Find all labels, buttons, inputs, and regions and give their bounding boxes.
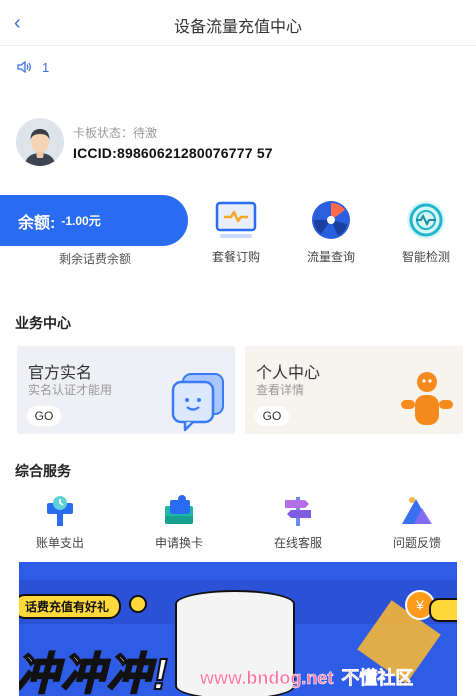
- balance-caption: 剩余话费余额: [58, 252, 131, 266]
- business-section-title: 业务中心: [15, 315, 71, 331]
- person-icon: [401, 372, 453, 425]
- services-section-title: 综合服务: [15, 463, 71, 479]
- user-avatar-icon: [16, 118, 64, 166]
- banner-tag-graphic: [429, 598, 457, 622]
- quick-action-package[interactable]: 套餐订购: [204, 200, 268, 265]
- watermark-name: 不懂社区: [341, 668, 414, 689]
- card-subtitle: 查看详情: [256, 383, 305, 397]
- balance-button[interactable]: 余额: -1.00元: [0, 195, 188, 246]
- bill-pin-icon: [47, 496, 73, 526]
- balance-label: 余额:: [18, 214, 56, 232]
- monitor-icon: [215, 201, 257, 238]
- service-feedback[interactable]: 问题反馈: [377, 494, 457, 551]
- header-bar: ‹ 设备流量充值中心: [0, 0, 476, 46]
- quick-action-detect[interactable]: 智能检测: [394, 200, 458, 265]
- service-label: 申请换卡: [154, 536, 203, 550]
- service-bill[interactable]: 账单支出: [20, 494, 100, 551]
- card-real-name[interactable]: 官方实名 实名认证才能用 GO: [17, 346, 235, 434]
- balance-amount: -1.00元: [61, 214, 101, 228]
- card-title: 个人中心: [256, 365, 321, 382]
- watermark: www.bndog.net 不懂社区: [200, 664, 414, 690]
- smiley-icon: [129, 595, 147, 613]
- watermark-url: www.bndog.net: [200, 668, 334, 689]
- radar-icon: [407, 201, 445, 239]
- banner-headline: 冲冲冲!: [19, 649, 170, 696]
- service-label: 账单支出: [35, 536, 84, 550]
- card-personal-center[interactable]: 个人中心 查看详情 GO: [245, 346, 463, 434]
- quick-action-traffic[interactable]: 流量查询: [299, 200, 363, 265]
- quick-action-label: 套餐订购: [211, 250, 260, 264]
- iccid-text: ICCID:89860621280076777 57: [73, 145, 273, 161]
- avatar: [16, 118, 64, 166]
- page-title: 设备流量充值中心: [173, 19, 302, 36]
- quick-action-label: 流量查询: [306, 250, 355, 264]
- service-label: 问题反馈: [392, 536, 441, 550]
- quick-action-label: 智能检测: [401, 250, 450, 264]
- card-title: 官方实名: [28, 365, 93, 382]
- go-button[interactable]: GO: [255, 406, 289, 426]
- card-subtitle: 实名认证才能用: [28, 383, 113, 397]
- chat-smile-icon: [171, 373, 224, 432]
- notice-bar: 1: [16, 58, 49, 76]
- speaker-icon: [17, 60, 31, 74]
- notice-text: 1: [42, 59, 50, 75]
- service-label: 在线客服: [273, 536, 322, 550]
- fan-icon: [312, 201, 350, 239]
- banner-pill-text: 话费充值有好礼: [19, 594, 122, 619]
- service-online-support[interactable]: 在线客服: [258, 494, 338, 551]
- card-status-text: 卡板状态：待激: [73, 126, 158, 140]
- card-swap-icon: [165, 495, 193, 524]
- go-button[interactable]: GO: [27, 406, 61, 426]
- feedback-tent-icon: [402, 497, 432, 524]
- service-card-swap[interactable]: 申请换卡: [139, 494, 219, 551]
- signpost-icon: [285, 497, 311, 526]
